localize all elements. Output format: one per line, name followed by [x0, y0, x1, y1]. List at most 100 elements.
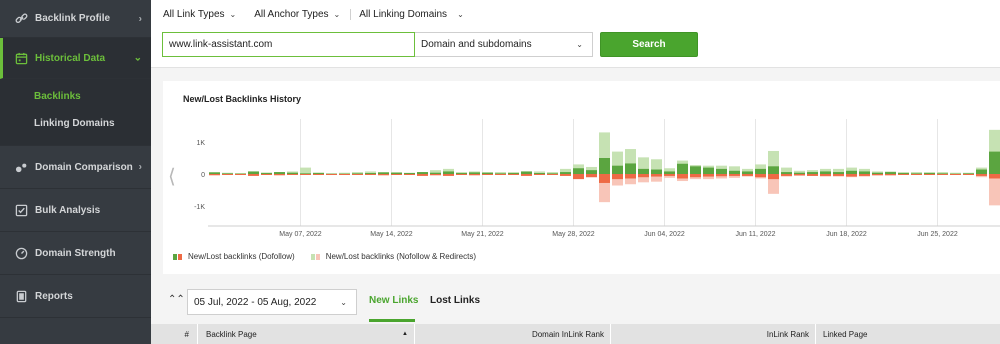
bar-dofollow-lost: [664, 174, 675, 176]
legend-item-nofollow[interactable]: New/Lost backlinks (Nofollow & Redirects…: [310, 252, 476, 261]
x-tick-label: Jun 25, 2022: [917, 231, 958, 238]
sidebar-item-label: Domain Strength: [35, 247, 116, 259]
bar-dofollow-new: [586, 170, 597, 174]
bar-dofollow-lost: [872, 174, 883, 176]
history-chart-card: New/Lost Backlinks History ⟨ 1K 0 -1K May 0…: [163, 81, 1000, 274]
bar-dofollow-lost: [443, 174, 454, 176]
bar-dofollow-new: [755, 168, 766, 174]
bar-dofollow-new: [456, 173, 467, 175]
bar-dofollow-lost: [352, 174, 363, 175]
link-icon: [14, 12, 28, 26]
date-range-select[interactable]: 05 Jul, 2022 - 05 Aug, 2022 ⌄: [187, 289, 357, 315]
bar-dofollow-lost: [560, 174, 571, 176]
x-tick-label: May 14, 2022: [370, 231, 413, 238]
bar-dofollow-new: [612, 165, 623, 174]
linking-domains-label: All Linking Domains: [359, 9, 448, 20]
bar-dofollow-lost: [248, 174, 259, 176]
gauge-icon: [14, 246, 28, 260]
bar-nofollow-new: [300, 167, 311, 174]
legend-swatch-positive: [173, 253, 177, 260]
bar-dofollow-lost: [924, 174, 935, 175]
bar-dofollow-lost: [586, 174, 597, 178]
bar-dofollow-lost: [716, 174, 727, 177]
bar-dofollow-lost: [430, 174, 441, 176]
legend-swatch-negative: [315, 253, 320, 260]
bar-dofollow-lost: [677, 174, 688, 179]
bar-dofollow-lost: [807, 174, 818, 176]
bar-dofollow-new: [209, 172, 220, 174]
bar-dofollow-lost: [742, 174, 753, 176]
bar-dofollow-lost: [846, 174, 857, 177]
chevron-down-icon: ⌄: [133, 52, 142, 64]
column-header-index[interactable]: #: [151, 324, 198, 344]
bar-dofollow-new: [885, 172, 896, 174]
bar-dofollow-new: [846, 170, 857, 174]
bar-dofollow-new: [391, 172, 402, 174]
bar-dofollow-new: [248, 171, 259, 174]
sidebar-item-backlink-profile[interactable]: Backlink Profile ›: [0, 0, 151, 38]
bar-dofollow-lost: [820, 174, 831, 176]
sidebar-item-label: Backlink Profile: [35, 13, 111, 24]
bar-dofollow-new: [573, 168, 584, 174]
linking-domains-dropdown[interactable]: All Linking Domains ⌄: [359, 9, 474, 20]
scope-select[interactable]: Domain and subdomains ⌄: [415, 32, 593, 57]
bar-dofollow-new: [898, 173, 909, 175]
anchor-types-dropdown[interactable]: All Anchor Types ⌄: [254, 9, 352, 20]
bar-dofollow-lost: [976, 174, 987, 176]
bar-dofollow-new: [508, 173, 519, 175]
tab-lost-links[interactable]: Lost Links: [430, 295, 480, 306]
sidebar-subitem-backlinks[interactable]: Backlinks: [0, 83, 151, 110]
bar-dofollow-lost: [612, 174, 623, 180]
bar-dofollow-lost: [833, 174, 844, 176]
sidebar-item-label: Bulk Analysis: [35, 204, 101, 216]
y-tick-label: -1K: [194, 204, 205, 211]
bar-dofollow-new: [651, 169, 662, 174]
tab-new-links[interactable]: New Links: [369, 295, 418, 306]
app-window: Backlink Profile › Historical Data ⌄ Bac…: [0, 0, 1000, 344]
bar-dofollow-lost: [482, 174, 493, 175]
bar-dofollow-new: [833, 172, 844, 174]
search-button[interactable]: Search: [600, 32, 698, 57]
chevron-down-icon: ⌄: [576, 40, 583, 49]
column-header-backlink-page[interactable]: Backlink Page ▲: [198, 324, 415, 344]
column-header-inlink-rank[interactable]: InLink Rank: [611, 324, 816, 344]
sidebar: Backlink Profile › Historical Data ⌄ Bac…: [0, 0, 151, 344]
bar-dofollow-lost: [794, 174, 805, 176]
column-header-linked-page[interactable]: Linked Page: [816, 324, 1000, 344]
collapse-chart-icon[interactable]: ⌃⌃: [168, 294, 185, 305]
sidebar-item-bulk-analysis[interactable]: Bulk Analysis: [0, 189, 151, 232]
sidebar-subitem-linking-domains[interactable]: Linking Domains: [0, 110, 151, 137]
column-header-domain-inlink-rank[interactable]: Domain InLink Rank: [415, 324, 611, 344]
bar-dofollow-lost: [495, 174, 506, 175]
bar-dofollow-lost: [963, 174, 974, 175]
sidebar-item-reports[interactable]: Reports: [0, 275, 151, 318]
bar-dofollow-lost: [989, 174, 1000, 179]
bar-dofollow-lost: [469, 174, 480, 176]
sidebar-item-domain-strength[interactable]: Domain Strength: [0, 232, 151, 275]
bar-dofollow-new: [261, 173, 272, 175]
link-types-dropdown[interactable]: All Link Types ⌄: [163, 9, 246, 20]
bar-dofollow-lost: [300, 174, 311, 175]
sidebar-item-domain-comparison[interactable]: Domain Comparison ›: [0, 146, 151, 189]
calendar-icon: [14, 51, 28, 65]
chevron-down-icon: ⌄: [340, 297, 347, 307]
chevron-down-icon: ⌄: [333, 10, 341, 19]
bar-dofollow-lost: [703, 174, 714, 177]
x-tick-label: Jun 18, 2022: [826, 231, 867, 238]
sidebar-item-label: Historical Data: [35, 52, 106, 64]
bar-dofollow-new: [716, 168, 727, 174]
url-input[interactable]: www.link-assistant.com: [162, 32, 415, 57]
bar-dofollow-new: [807, 172, 818, 174]
bar-dofollow-new: [404, 173, 415, 175]
bar-dofollow-new: [781, 172, 792, 174]
bar-dofollow-lost: [456, 174, 467, 175]
link-types-label: All Link Types: [163, 9, 225, 20]
bar-dofollow-new: [690, 166, 701, 174]
bar-dofollow-lost: [274, 174, 285, 176]
bar-dofollow-new: [560, 172, 571, 174]
bar-dofollow-new: [742, 171, 753, 174]
sidebar-item-historical-data[interactable]: Historical Data ⌄: [0, 38, 151, 79]
legend-item-dofollow[interactable]: New/Lost backlinks (Dofollow): [173, 252, 295, 261]
x-tick-label: Jun 11, 2022: [736, 231, 776, 238]
sort-asc-icon: ▲: [402, 331, 408, 337]
